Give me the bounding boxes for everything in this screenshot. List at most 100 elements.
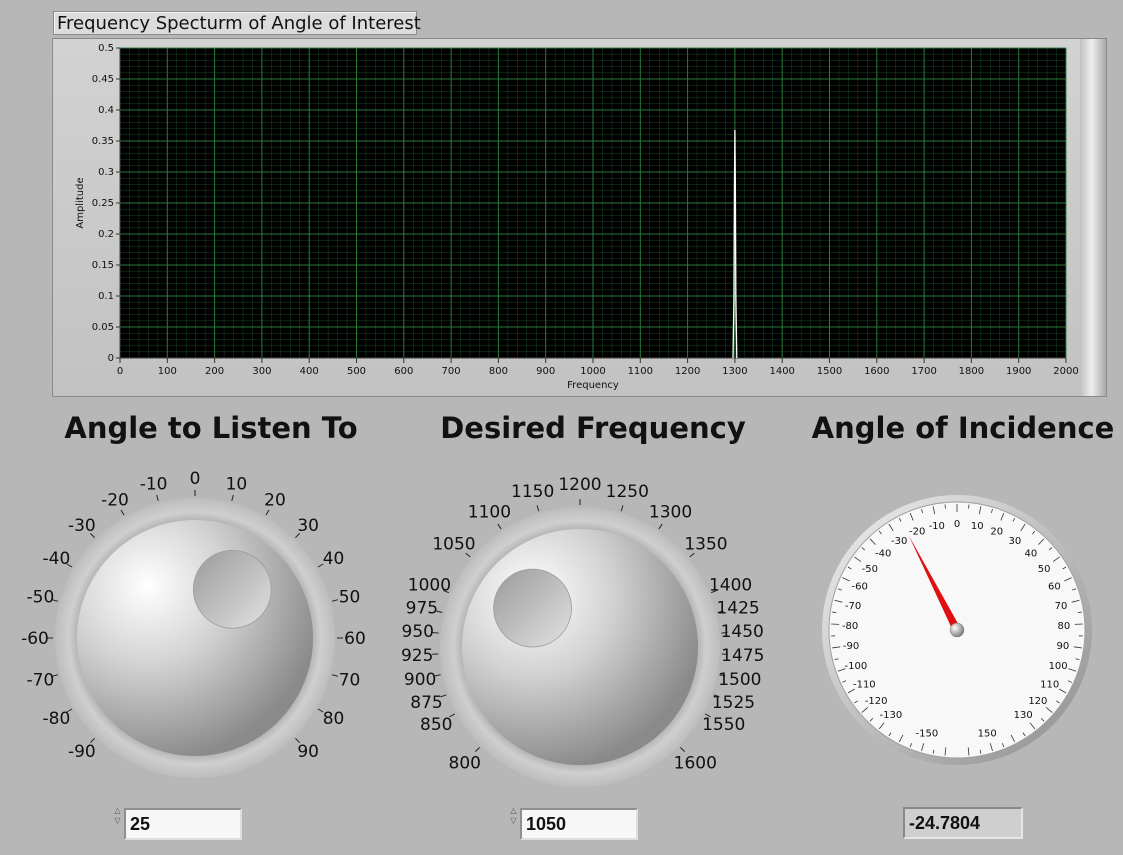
gauge-scale-label: -150: [916, 729, 939, 740]
knob-body: [77, 520, 313, 756]
knob-body: [462, 529, 698, 765]
gauge-scale-label: 130: [1014, 710, 1033, 721]
gauge-scale-label: 50: [1038, 564, 1051, 575]
knob-scale-label: -80: [43, 709, 71, 729]
frequency-knob[interactable]: 800 850875 900 925 950 9751000 1050 11001150 120…: [390, 455, 790, 800]
knob-tick: [536, 505, 540, 512]
gauge-scale-label: -120: [865, 696, 888, 707]
knob-scale-label: 975: [406, 598, 438, 618]
x-tick-label: 0: [117, 366, 123, 377]
knob-tick: [156, 494, 159, 501]
knob-scale-label: 80: [323, 709, 345, 729]
knob-scale-label: 1525: [712, 693, 755, 713]
knob-tick: [332, 599, 339, 602]
knob-scale-label: 1350: [684, 535, 727, 555]
gauge-scale-label: -110: [853, 680, 876, 691]
frequency-numeric-input[interactable]: 1050: [520, 808, 638, 840]
knob-pointer-dimple: [193, 549, 272, 629]
increment-arrow-icon[interactable]: △: [509, 806, 518, 816]
knob-scale-label: -40: [43, 549, 71, 569]
x-tick-label: 100: [158, 366, 177, 377]
knob-scale-label: 850: [420, 715, 452, 735]
gauge-hub: [949, 622, 965, 638]
knob-tick: [120, 509, 125, 516]
x-axis-label: Frequency: [567, 380, 619, 391]
knob-tick: [680, 747, 686, 753]
increment-arrow-icon[interactable]: △: [113, 806, 122, 816]
x-tick-label: 1000: [580, 366, 605, 377]
knob-scale-label: 1300: [649, 502, 692, 522]
gauge-scale-label: -30: [891, 536, 907, 547]
y-tick-label: 0.2: [98, 229, 114, 240]
knob-pointer-dimple: [493, 568, 572, 648]
angle-numeric-input[interactable]: 25: [124, 808, 242, 840]
gauge-scale-label: -60: [851, 582, 867, 593]
x-tick-label: 1700: [911, 366, 936, 377]
gauge-scale-label: 80: [1058, 621, 1071, 632]
knob-scale-label: 950: [402, 622, 434, 642]
knob-scale-label: -50: [27, 588, 55, 608]
knob-scale-label: -30: [68, 516, 96, 536]
gauge-scale-label: 20: [990, 527, 1003, 538]
y-tick-label: 0.35: [92, 136, 114, 147]
knob-tick: [265, 509, 270, 516]
y-axis-label: Amplitude: [75, 177, 86, 228]
x-tick-label: 1500: [817, 366, 842, 377]
x-tick-label: 1300: [722, 366, 747, 377]
gauge-scale-label: 60: [1048, 582, 1061, 593]
decrement-arrow-icon[interactable]: ▽: [113, 816, 122, 826]
decrement-arrow-icon[interactable]: ▽: [509, 816, 518, 826]
gauge-scale-label: -20: [909, 527, 925, 538]
knob-scale-label: 90: [297, 742, 319, 762]
gauge-scale-label: -10: [929, 521, 945, 532]
knob-scale-label: 1100: [468, 502, 511, 522]
knob-scale-label: 50: [339, 588, 361, 608]
y-tick-label: 0.1: [98, 291, 114, 302]
gauge-scale-label: 10: [971, 521, 984, 532]
knob-scale-label: 10: [226, 474, 248, 494]
grid: [119, 47, 1067, 359]
x-tick-label: 1900: [1006, 366, 1031, 377]
knob-scale-label: 800: [449, 753, 481, 773]
y-tick-label: 0.25: [92, 198, 114, 209]
knob-scale-label: 1425: [716, 598, 759, 618]
x-tick-label: 1100: [628, 366, 653, 377]
knob-scale-label: -10: [140, 474, 168, 494]
knob-scale-label: 1000: [408, 576, 451, 596]
knob-scale-label: -90: [68, 742, 96, 762]
gauge-scale-label: -50: [862, 564, 878, 575]
gauge-scale-label: -100: [845, 661, 868, 672]
knob-tick: [231, 494, 234, 501]
knob-scale-label: 1200: [558, 475, 601, 495]
gauge-scale-label: 100: [1049, 661, 1068, 672]
y-tick-label: 0.05: [92, 322, 114, 333]
y-tick-label: 0.45: [92, 74, 114, 85]
x-tick-label: 1400: [769, 366, 794, 377]
knob-scale-label: 60: [344, 629, 366, 649]
knob-scale-label: 1250: [606, 482, 649, 502]
frequency-spinner[interactable]: △ ▽: [509, 806, 518, 828]
incidence-gauge-title: Angle of Incidence: [811, 411, 1115, 445]
knob-scale-label: -20: [101, 490, 129, 510]
gauge-scale-label: 70: [1055, 601, 1068, 612]
gauge-scale-label: -130: [880, 710, 903, 721]
gauge-scale-label: 90: [1057, 641, 1070, 652]
x-tick-label: 200: [205, 366, 224, 377]
knob-scale-label: 875: [410, 693, 442, 713]
knob-scale-label: 30: [297, 516, 319, 536]
knob-tick: [332, 674, 339, 677]
knob-scale-label: -60: [21, 629, 49, 649]
incidence-numeric-indicator: -24.7804: [903, 807, 1023, 839]
x-tick-label: 1600: [864, 366, 889, 377]
gauge-tick: [832, 611, 837, 614]
gauge-scale-label: 40: [1024, 549, 1037, 560]
angle-knob-title: Angle to Listen To: [64, 411, 358, 445]
knob-scale-label: 1150: [511, 482, 554, 502]
x-tick-label: 700: [442, 366, 461, 377]
knob-scale-label: 1400: [709, 576, 752, 596]
angle-knob[interactable]: -90 -80 -70 -60 -50 -40 -30-20 -10 0 10 20 3040 50 60…: [0, 455, 390, 785]
angle-spinner[interactable]: △ ▽: [113, 806, 122, 828]
x-tick-label: 400: [300, 366, 319, 377]
x-tick-label: 2000: [1053, 366, 1078, 377]
x-tick-label: 300: [252, 366, 271, 377]
